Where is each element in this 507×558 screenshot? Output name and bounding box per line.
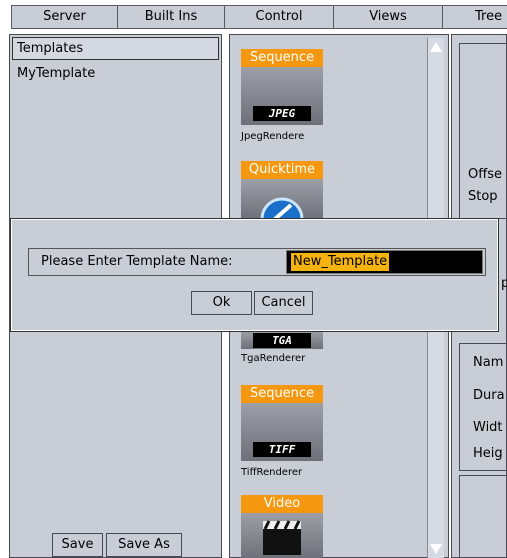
ok-button[interactable]: Ok bbox=[191, 291, 252, 315]
format-label: TIFF bbox=[253, 442, 311, 457]
save-button[interactable]: Save bbox=[52, 533, 103, 557]
tab-server[interactable]: Server bbox=[11, 5, 118, 29]
tab-views[interactable]: Views bbox=[333, 5, 443, 29]
quicktime-logo-icon bbox=[260, 197, 304, 219]
clapperboard-icon bbox=[263, 520, 301, 555]
tab-control[interactable]: Control bbox=[224, 5, 334, 29]
renderer-caption: Quicktime bbox=[241, 161, 323, 179]
renderer-caption: Sequence bbox=[241, 385, 323, 403]
duration-label: Dura bbox=[473, 388, 505, 403]
tga-renderer-icon[interactable]: TGA bbox=[241, 331, 323, 349]
template-name-value: New_Template bbox=[291, 253, 390, 271]
renderer-caption: Video bbox=[241, 495, 323, 513]
template-name-input[interactable]: New_Template bbox=[286, 250, 483, 274]
renderer-name: TgaRenderer bbox=[241, 353, 306, 364]
extra-group bbox=[459, 475, 507, 558]
templates-header[interactable]: Templates bbox=[12, 37, 219, 60]
format-label: JPEG bbox=[253, 106, 311, 121]
menu-bar: Server Built Ins Control Views Tree bbox=[0, 0, 507, 30]
renderer-name: JpegRendere bbox=[241, 131, 305, 142]
height-label: Heig bbox=[473, 446, 503, 461]
format-label: TGA bbox=[253, 333, 311, 348]
tiff-renderer-icon[interactable]: TIFF bbox=[241, 403, 323, 461]
renderer-caption: Sequence bbox=[241, 49, 323, 67]
stop-label: Stop bbox=[468, 189, 498, 204]
renderer-name: TiffRenderer bbox=[241, 467, 303, 478]
width-label: Widt bbox=[473, 420, 503, 435]
quicktime-renderer-icon[interactable] bbox=[241, 179, 323, 219]
truncated-label: p bbox=[501, 276, 507, 291]
tab-built-ins[interactable]: Built Ins bbox=[117, 5, 225, 29]
save-as-button[interactable]: Save As bbox=[106, 533, 182, 557]
name-label: Nam bbox=[473, 355, 504, 370]
offset-label: Offse bbox=[468, 167, 502, 182]
cancel-button[interactable]: Cancel bbox=[254, 291, 313, 315]
tab-tree[interactable]: Tree bbox=[442, 5, 507, 29]
jpeg-renderer-icon[interactable]: JPEG bbox=[241, 67, 323, 125]
scroll-up-icon[interactable] bbox=[430, 42, 442, 52]
template-item-mytemplate[interactable]: MyTemplate bbox=[17, 65, 95, 83]
video-renderer-icon[interactable] bbox=[241, 513, 323, 558]
scroll-down-icon[interactable] bbox=[430, 544, 442, 554]
template-name-prompt: Please Enter Template Name: bbox=[41, 254, 233, 269]
